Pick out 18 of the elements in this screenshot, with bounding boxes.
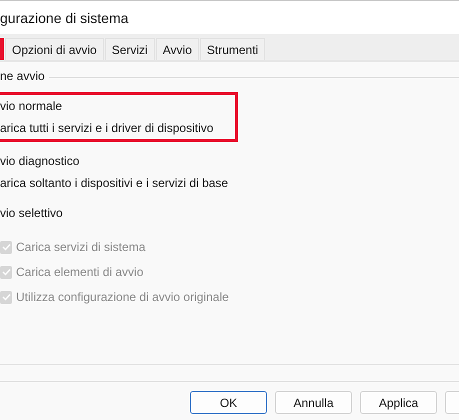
option-description: arica soltanto i dispositivi e i servizi di base [0,176,230,190]
option-description: arica tutti i servizi e i driver di dispositivo [0,121,214,135]
dialog-button[interactable]: Applica [360,391,437,414]
tab[interactable]: Opzioni di avvio [5,38,104,60]
group-label: ne avvio [0,69,49,83]
dialog-button[interactable]: Annulla [275,391,352,414]
window-title: gurazione di sistema [0,10,128,26]
tab[interactable]: Servizi [104,38,155,60]
tab[interactable]: Strumenti [200,38,266,60]
option-label[interactable]: vio normale [0,99,235,113]
tab[interactable]: Avvio [156,38,199,60]
checkbox-label: Utilizza configurazione di avvio originale [16,290,229,304]
checkbox-label: Carica servizi di sistema [16,240,146,254]
option-label[interactable]: vio diagnostico [0,154,238,168]
option-label[interactable]: vio selettivo [0,206,238,220]
checkbox-label: Carica elementi di avvio [16,265,144,279]
dialog-button[interactable]: OK [190,391,267,414]
tab[interactable] [0,38,4,60]
